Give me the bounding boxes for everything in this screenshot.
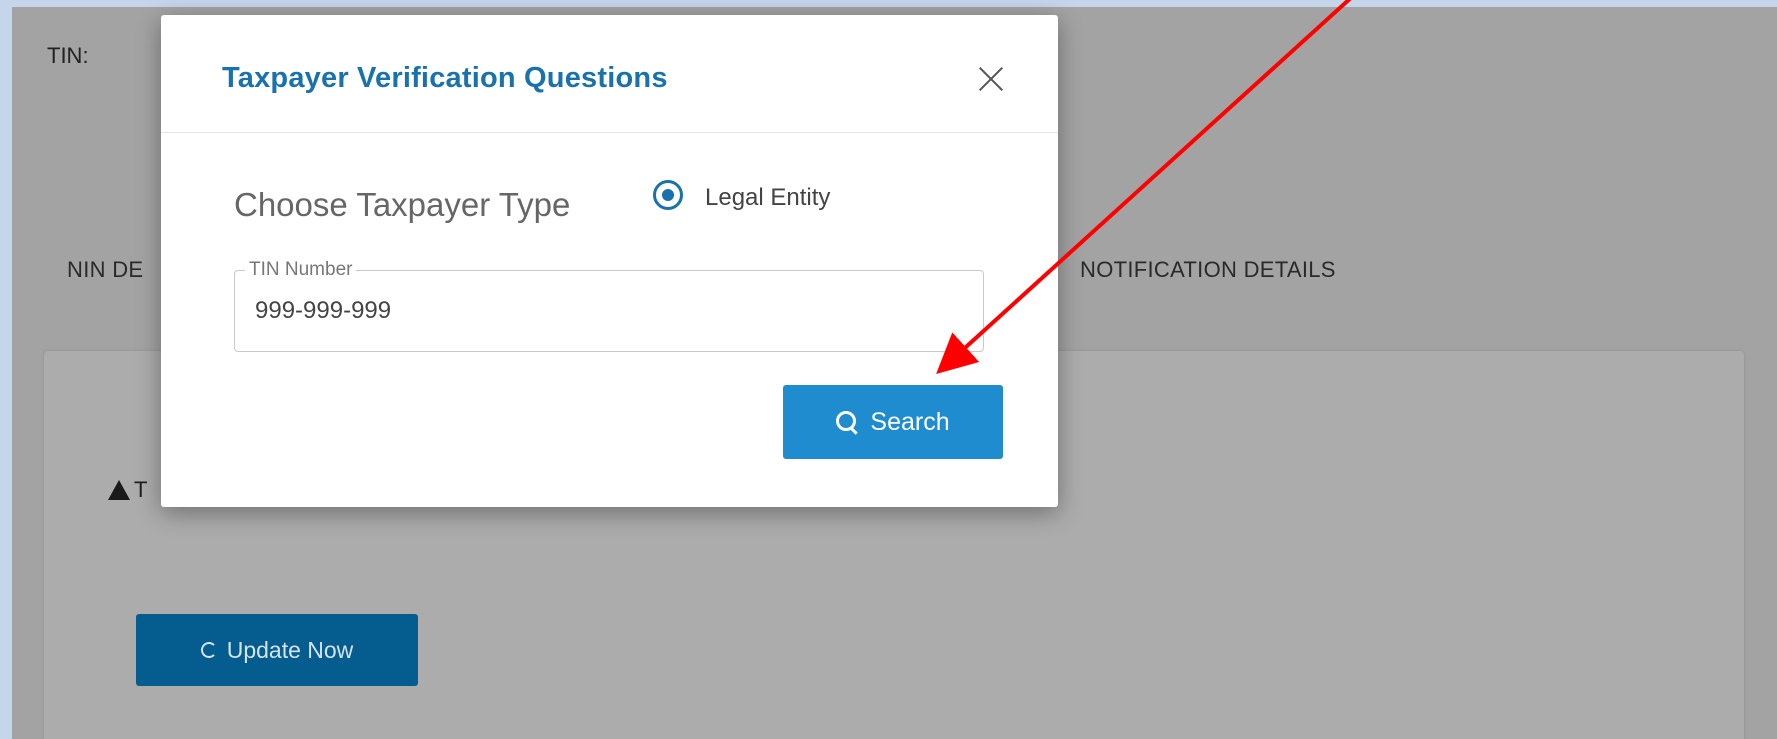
search-icon [836,411,858,433]
search-button[interactable]: Search [783,385,1003,459]
refresh-icon [200,642,217,658]
legal-entity-label[interactable]: Legal Entity [705,184,830,212]
search-button-label: Search [870,407,950,436]
close-icon[interactable] [973,61,1009,97]
update-now-label: Update Now [226,636,354,663]
tab-notification-details[interactable]: NOTIFICATION DETAILS [1080,257,1336,283]
tab-nin-details[interactable]: NIN DE [67,257,143,283]
tin-number-field-label: TIN Number [245,259,357,281]
modal-header-divider [161,132,1058,133]
taxpayer-type-label: Choose Taxpayer Type [234,186,571,223]
warning-message: T [108,477,147,503]
tin-label: TIN: [47,43,89,68]
tin-number-input[interactable] [255,291,955,331]
radio-selected-dot [662,189,674,201]
modal-title: Taxpayer Verification Questions [222,62,668,94]
update-now-button[interactable]: Update Now [136,614,418,686]
warning-icon [108,480,130,500]
legal-entity-radio[interactable] [653,180,683,210]
warning-text: T [134,477,148,502]
tin-number-field: TIN Number [234,259,984,352]
taxpayer-verification-modal: Taxpayer Verification Questions Choose T… [161,15,1058,507]
